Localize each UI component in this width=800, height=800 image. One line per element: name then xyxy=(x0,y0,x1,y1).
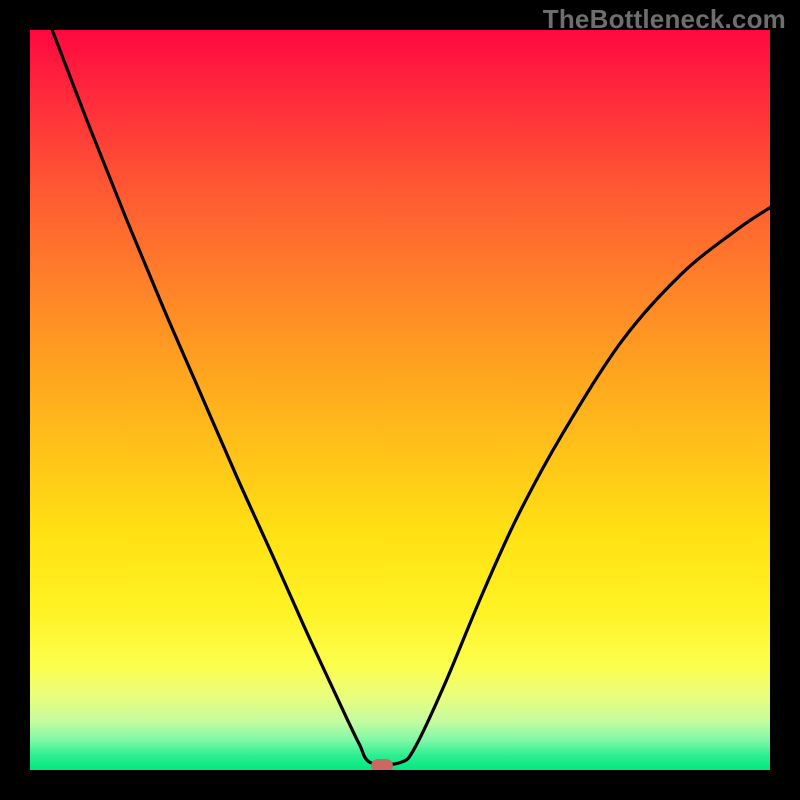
optimum-marker xyxy=(371,759,393,770)
bottleneck-curve xyxy=(30,30,770,770)
plot-area xyxy=(30,30,770,770)
chart-frame: TheBottleneck.com xyxy=(0,0,800,800)
watermark-text: TheBottleneck.com xyxy=(543,4,786,35)
